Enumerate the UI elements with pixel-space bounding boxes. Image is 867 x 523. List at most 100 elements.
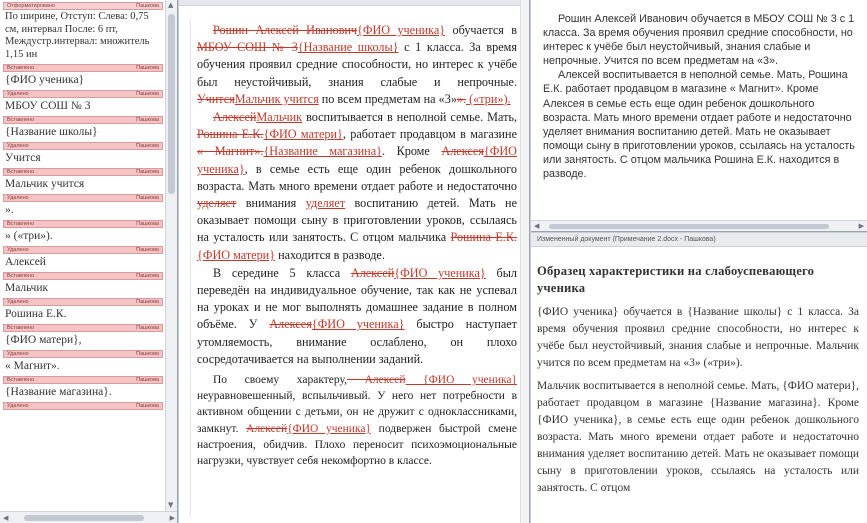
text-run: внимания (236, 196, 306, 211)
text-run: В середине 5 класса (213, 265, 351, 280)
revision-text: Алексей (5, 256, 46, 268)
text-run: обучается в (445, 23, 518, 37)
revision-header: Удалено Пашкова (3, 402, 163, 410)
paragraph: {ФИО ученика} обучается в {Название школ… (537, 306, 859, 369)
revision-item[interactable]: Вставлено Пашкова Мальчик учится (3, 168, 163, 192)
scroll-thumb[interactable] (24, 515, 144, 521)
revision-item[interactable]: Отформатировано Пашкова По ширине, Отступ:… (3, 2, 163, 62)
revision-type: Вставлено (7, 273, 35, 279)
revision-header: Удалено Пашкова (3, 90, 163, 98)
text-run: . Кроме (381, 144, 442, 159)
inserted-text: {ФИО ученика} (405, 374, 518, 387)
revision-item[interactable]: Удалено Пашкова Алексей (3, 246, 163, 270)
revision-text: « Магнит». (5, 360, 60, 372)
margin-guide (190, 18, 191, 518)
revision-author: Пашкова (136, 3, 159, 9)
revision-author: Пашкова (136, 195, 159, 201)
paragraph[interactable]: Рошин Алексей Иванович{ФИО ученика} обуч… (197, 22, 517, 108)
inserted-text: уделяет (305, 196, 346, 211)
revision-item[interactable]: Вставлено Пашкова {ФИО ученика} (3, 64, 163, 88)
revision-type: Удалено (7, 195, 29, 201)
revision-author: Пашкова (136, 221, 159, 227)
final-view-horizontal-scrollbar[interactable]: ◀ ▶ (531, 220, 867, 231)
revision-header: Вставлено Пашкова (3, 168, 163, 176)
paragraph: Алексей воспитывается в неполной семье. … (543, 69, 855, 181)
scroll-left-icon[interactable]: ◀ (3, 514, 8, 522)
revision-header: Удалено Пашкова (3, 350, 163, 358)
revision-type: Вставлено (7, 65, 35, 71)
revision-header: Вставлено Пашкова (3, 220, 163, 228)
revision-text: По ширине, Отступ: Слева: 0,75 см, интер… (5, 11, 150, 60)
revisions-horizontal-scrollbar[interactable]: ◀ ▶ (0, 511, 177, 523)
deleted-text: уделяет (197, 196, 237, 211)
revision-type: Вставлено (7, 169, 35, 175)
revision-type: Вставлено (7, 325, 35, 331)
revision-header: Вставлено Пашкова (3, 64, 163, 72)
revision-item[interactable]: Вставлено Пашкова {Название магазина}. (3, 376, 163, 400)
revision-author: Пашкова (136, 273, 159, 279)
revision-item[interactable]: Удалено Пашкова Рошина Е.К. (3, 298, 163, 322)
document-body[interactable]: Рошин Алексей Иванович {ФИО ученика} обуч… (197, 22, 517, 470)
deleted-text: Рошина Е.К. (197, 127, 264, 142)
revision-type: Вставлено (7, 117, 35, 123)
revision-header: Удалено Пашкова (3, 142, 163, 150)
inserted-text: {Название магазина} (263, 144, 382, 159)
revision-item[interactable]: Вставлено Пашкова {Название школы} (3, 116, 163, 140)
document-heading: Образец характеристики на слабоуспевающе… (537, 264, 815, 295)
deleted-text: Учится (197, 91, 235, 106)
scroll-right-icon[interactable]: ▶ (170, 514, 175, 522)
revision-author: Пашкова (136, 377, 159, 383)
revision-item[interactable]: Удалено Пашкова ». (3, 194, 163, 218)
document-top-edge (179, 0, 529, 6)
revision-type: Удалено (7, 351, 29, 357)
final-view-body[interactable]: Рошин Алексей Иванович обучается в МБОУ … (543, 12, 855, 181)
revision-item[interactable]: Удалено Пашкова Учится (3, 142, 163, 166)
revision-header: Вставлено Пашкова (3, 272, 163, 280)
scroll-thumb[interactable] (549, 224, 829, 229)
revision-author: Пашкова (136, 91, 159, 97)
document-vertical-scrollbar[interactable] (520, 0, 529, 523)
pane-title: Измененный документ (Примечание 2.docx -… (531, 233, 867, 247)
inserted-text: Мальчик (256, 110, 303, 125)
revision-item[interactable]: Вставлено Пашкова {ФИО матери}, (3, 324, 163, 348)
revision-text: {ФИО ученика} (5, 74, 85, 86)
paragraph[interactable]: В середине 5 класса Алексей{ФИО ученика}… (197, 265, 517, 368)
revision-item[interactable]: Удалено Пашкова « Магнит». (3, 350, 163, 374)
revision-author: Пашкова (136, 143, 159, 149)
revision-author: Пашкова (136, 299, 159, 305)
scroll-left-icon[interactable]: ◀ (534, 222, 539, 230)
revisions-vertical-scrollbar[interactable]: ▲ ▼ (165, 0, 177, 511)
revision-text: {Название магазина}. (5, 386, 112, 398)
revision-text: Мальчик (5, 282, 49, 294)
scroll-up-icon[interactable]: ▲ (168, 1, 173, 9)
revision-item[interactable]: Вставлено Пашкова » («три»). (3, 220, 163, 244)
revision-text: Учится (5, 152, 41, 164)
revision-header: Вставлено Пашкова (3, 116, 163, 124)
deleted-text: Рошин Алексей Иванович (213, 23, 357, 37)
revision-item[interactable]: Удалено Пашкова (3, 402, 163, 410)
revision-author: Пашкова (136, 403, 159, 409)
revision-item[interactable]: Удалено Пашкова МБОУ СОШ № 3 (3, 90, 163, 114)
scroll-thumb[interactable] (168, 14, 175, 194)
revision-type: Вставлено (7, 377, 35, 383)
revision-header: Вставлено Пашкова (3, 376, 163, 384)
inserted-text: {ФИО ученика} (394, 265, 486, 280)
scroll-down-icon[interactable]: ▼ (168, 501, 173, 509)
revision-item[interactable]: Вставлено Пашкова Мальчик (3, 272, 163, 296)
revisions-pane: Отформатировано Пашкова По ширине, Отступ:… (0, 0, 178, 523)
revision-text: Рошина Е.К. (5, 308, 67, 320)
deleted-text: Алексей (213, 110, 257, 125)
text-run: воспитывается в неполной семье. Мать, (302, 110, 517, 125)
inserted-text: Мальчик учится (234, 91, 319, 106)
paragraph[interactable]: АлексейМальчик воспитывается в неполной … (197, 109, 517, 264)
inserted-text: {Название школы} (297, 40, 399, 55)
revision-type: Отформатировано (7, 3, 55, 9)
revisions-list: Отформатировано Пашкова По ширине, Отступ:… (0, 0, 166, 511)
revision-text: {ФИО матери}, (5, 334, 82, 346)
changed-document-body[interactable]: Образец характеристики на слабоуспевающе… (537, 263, 859, 503)
paragraph[interactable]: По своему характеру, Алексей {ФИО ученик… (197, 372, 517, 469)
revision-header: Удалено Пашкова (3, 246, 163, 254)
revision-type: Удалено (7, 143, 29, 149)
scroll-right-icon[interactable]: ▶ (859, 222, 864, 230)
revision-text: ». (5, 204, 14, 216)
